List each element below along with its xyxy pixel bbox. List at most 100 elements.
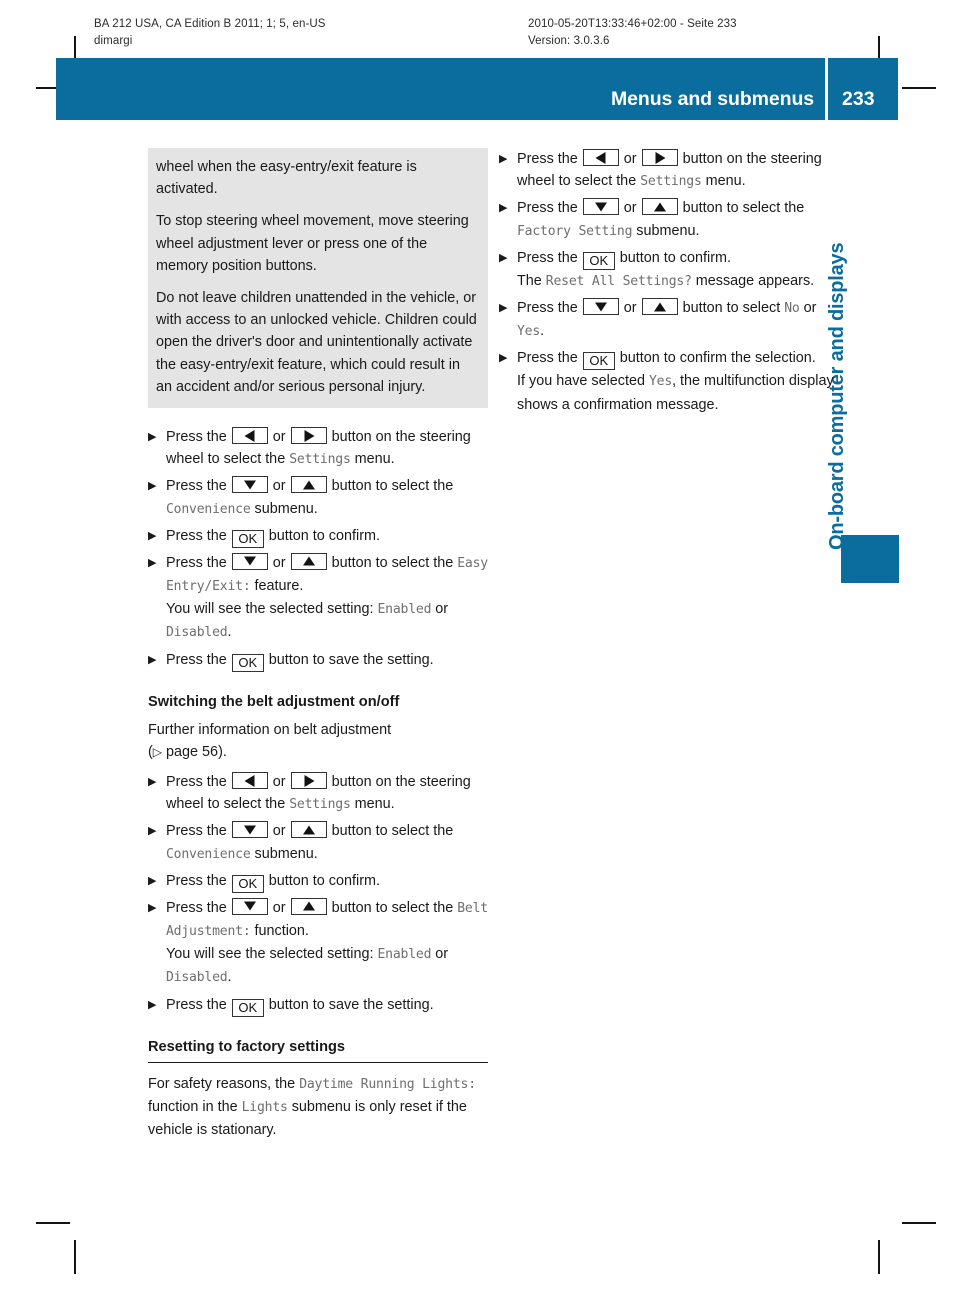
instruction-step: ▶ Press the or button on the steering whe… (499, 148, 839, 193)
step-bullet-icon: ▶ (148, 901, 157, 914)
step-bullet-icon: ▶ (148, 431, 157, 444)
step-body: Press the or button to select the Belt A… (166, 897, 488, 990)
factory-reset-paragraph: For safety reasons, the Daytime Running … (148, 1073, 488, 1142)
step-text: or (268, 429, 290, 446)
instruction-step: ▶ Press the or button to select the Facto… (499, 197, 839, 242)
left-arrow-button-icon[interactable] (231, 427, 268, 445)
step-text: The (517, 272, 546, 289)
step-body: Press the or button on the steering whee… (517, 148, 839, 193)
step-text: or (799, 300, 817, 317)
step-bullet-icon: ▶ (148, 529, 157, 542)
left-column: wheel when the easy-entry/exit feature i… (148, 148, 488, 1149)
step-body: Press the or button to select the Easy E… (166, 552, 488, 645)
step-text: message appears. (691, 272, 815, 289)
right-arrow-button-icon[interactable] (641, 149, 678, 166)
up-triangle-icon (302, 901, 315, 911)
ok-button-icon[interactable]: OK (582, 251, 615, 270)
step-text: Press the (166, 478, 231, 495)
left-arrow-button-icon[interactable] (582, 149, 619, 166)
step-text: button to confirm the selection. (615, 350, 816, 367)
step-text: or (268, 478, 290, 495)
crop-mark-bottom-left-vertical (74, 1240, 76, 1274)
down-arrow-button-icon[interactable] (582, 198, 619, 216)
step-text: Press the (166, 774, 231, 791)
ok-button-icon[interactable]: OK (231, 529, 264, 548)
down-arrow-button-icon[interactable] (582, 298, 619, 316)
left-triangle-icon (244, 429, 255, 442)
step-text: function in the (148, 1098, 242, 1115)
down-arrow-button-icon[interactable] (231, 897, 268, 915)
up-arrow-button-icon[interactable] (641, 198, 678, 216)
step-bullet-icon: ▶ (148, 556, 157, 569)
step-text: You will see the selected setting: (166, 946, 378, 963)
print-slug-edition: BA 212 USA, CA Edition B 2011; 1; 5, en-… (94, 18, 326, 30)
running-header-bar: Menus and submenus 233 (56, 58, 898, 120)
step-body: Press the OK button to confirm. The Reset… (517, 247, 839, 293)
instruction-step: ▶ Press the or button to select the Belt … (148, 897, 488, 990)
display-text: Disabled (166, 625, 228, 641)
step-text: or (619, 151, 641, 167)
print-slug-left: BA 212 USA, CA Edition B 2011; 1; 5, en-… (94, 16, 326, 50)
display-text: Settings (640, 174, 702, 190)
step-text: or (268, 899, 290, 916)
down-arrow-button-icon[interactable] (231, 552, 268, 570)
right-arrow-button-icon[interactable] (290, 772, 327, 790)
step-bullet-icon: ▶ (148, 653, 157, 666)
step-text: submenu. (250, 500, 318, 517)
display-text: Factory Setting (517, 223, 633, 239)
crop-mark-bottom-left-horizontal (36, 1222, 70, 1224)
up-arrow-button-icon[interactable] (290, 821, 327, 839)
up-arrow-button-icon[interactable] (641, 298, 678, 316)
step-text: or (431, 946, 449, 963)
step-text: Press the (166, 872, 231, 889)
step-bullet-icon: ▶ (499, 153, 508, 165)
page-title: Menus and submenus (611, 88, 814, 110)
step-text: button to select the (327, 478, 454, 495)
up-triangle-icon (653, 302, 666, 312)
right-triangle-icon (655, 151, 666, 164)
instruction-step: ▶ Press the or button to select the Conve… (148, 820, 488, 865)
ok-button-icon[interactable]: OK (231, 998, 264, 1017)
crop-mark-bottom-right-vertical (878, 1240, 880, 1274)
up-arrow-button-icon[interactable] (290, 476, 327, 494)
step-text: function. (250, 923, 309, 940)
display-text: Yes (517, 324, 541, 340)
step-body: Press the or button on the steering whee… (166, 771, 488, 816)
up-arrow-button-icon[interactable] (290, 552, 327, 570)
right-arrow-button-icon[interactable] (290, 427, 327, 445)
up-triangle-icon (302, 825, 315, 835)
left-triangle-icon (244, 774, 255, 787)
step-text: menu. (701, 173, 746, 190)
step-text: button to select the (327, 823, 454, 840)
ok-button-icon[interactable]: OK (231, 874, 264, 893)
step-text: Press the (166, 823, 231, 840)
cross-reference-icon: ▷ (152, 744, 163, 759)
down-triangle-icon (243, 480, 256, 490)
instruction-step: ▶ Press the or button to select No or Yes… (499, 297, 839, 343)
step-text: button to select (678, 300, 785, 317)
right-column: ▶ Press the or button on the steering whe… (499, 148, 839, 420)
step-text: Press the (517, 151, 582, 167)
down-triangle-icon (243, 556, 256, 566)
crop-mark-top-right-horizontal (902, 87, 936, 89)
print-slug-right: 2010-05-20T13:33:46+02:00 - Seite 233 Ve… (528, 16, 737, 50)
down-triangle-icon (594, 302, 607, 312)
header-divider (825, 58, 828, 120)
step-text: Press the (517, 200, 582, 217)
left-arrow-button-icon[interactable] (231, 772, 268, 790)
step-text: button to confirm. (264, 527, 380, 544)
step-body: Press the or button to select the Conven… (166, 475, 488, 520)
steps-factory-reset-list: ▶ Press the or button on the steering whe… (499, 148, 839, 416)
down-arrow-button-icon[interactable] (231, 476, 268, 494)
ok-button-icon[interactable]: OK (582, 352, 615, 371)
down-triangle-icon (594, 202, 607, 212)
step-text: button to select the (327, 899, 458, 916)
ok-button-icon[interactable]: OK (231, 653, 264, 672)
step-bullet-icon: ▶ (499, 202, 508, 215)
display-text: Yes (649, 374, 673, 390)
down-arrow-button-icon[interactable] (231, 821, 268, 839)
up-arrow-button-icon[interactable] (290, 897, 327, 915)
step-text: Press the (166, 554, 231, 571)
display-text: Convenience (166, 501, 251, 517)
cross-reference-page[interactable]: page 56 (166, 744, 218, 760)
